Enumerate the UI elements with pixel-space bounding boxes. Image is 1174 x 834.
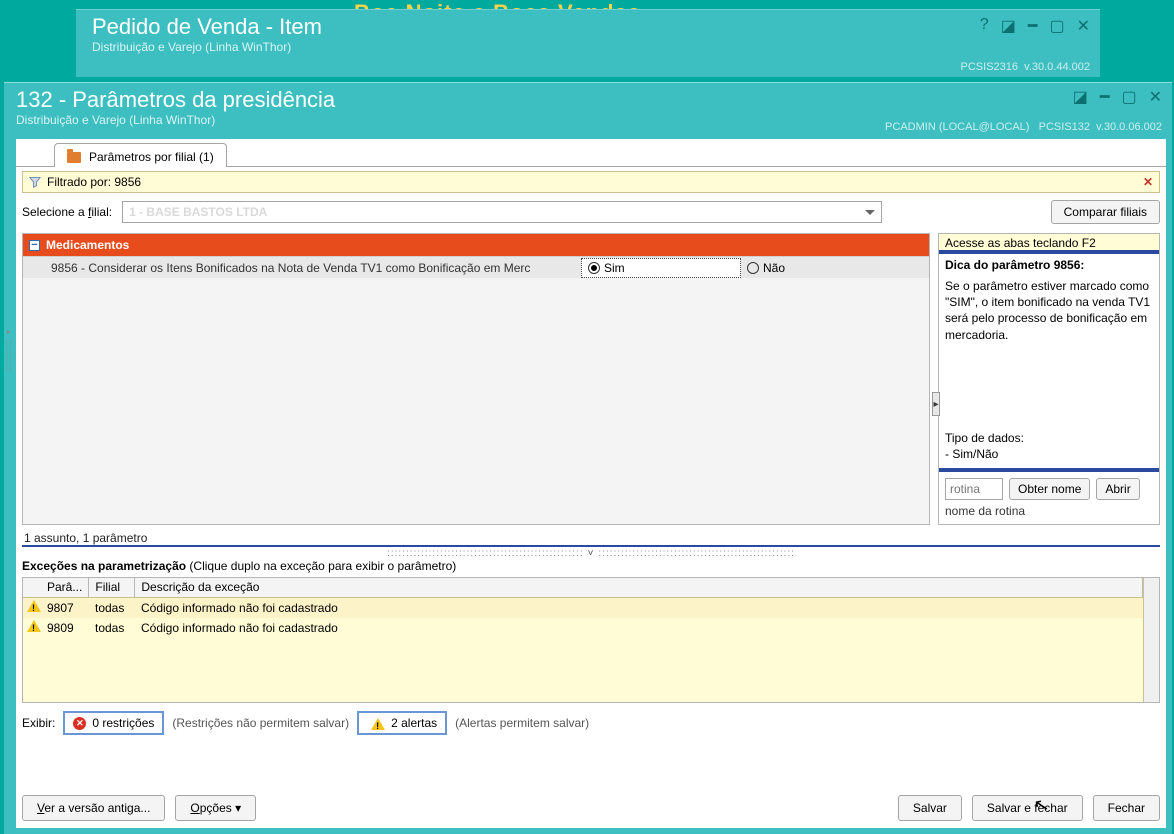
- parameter-grid: − Medicamentos 9856 - Considerar os Iten…: [22, 233, 930, 525]
- restricoes-note: (Restrições não permitem salvar): [172, 716, 349, 730]
- parameter-description: 9856 - Considerar os Itens Bonificados n…: [51, 261, 581, 275]
- obter-nome-button[interactable]: Obter nome: [1009, 478, 1090, 500]
- radio-icon: [588, 262, 600, 274]
- compare-filiais-button[interactable]: Comparar filiais: [1051, 200, 1160, 224]
- back-window-version: PCSIS2316 v.30.0.44.002: [961, 61, 1090, 73]
- exceptions-header-row: Parâ... Filial Descrição da exceção: [23, 578, 1143, 598]
- exception-row[interactable]: 9807 todas Código informado não foi cada…: [23, 598, 1143, 618]
- filial-label: Selecione a filial:: [22, 205, 112, 219]
- col-parametro[interactable]: Parâ...: [41, 578, 89, 597]
- window-settings-icon[interactable]: ◪: [1073, 87, 1088, 107]
- filial-select[interactable]: 1 - BASE BASTOS LTDA: [122, 201, 882, 223]
- section-title: Medicamentos: [46, 238, 129, 252]
- col-descricao[interactable]: Descrição da exceção: [135, 578, 1143, 597]
- close-icon[interactable]: ✕: [1077, 16, 1090, 36]
- error-icon: ✕: [73, 717, 86, 730]
- tab-parametros-por-filial[interactable]: Parâmetros por filial (1): [54, 143, 227, 167]
- col-filial[interactable]: Filial: [89, 578, 135, 597]
- option-sim[interactable]: Sim: [581, 258, 741, 278]
- maximize-icon[interactable]: ▢: [1121, 87, 1136, 107]
- window-settings-icon[interactable]: ◪: [1001, 16, 1016, 36]
- folder-icon: [67, 152, 81, 163]
- collapse-icon[interactable]: −: [29, 240, 40, 251]
- hint-tip: Acesse as abas teclando F2: [939, 234, 1159, 254]
- hint-title: Dica do parâmetro 9856:: [939, 254, 1159, 274]
- client-area: ▸ ::::::::::::::: Parâmetros por filial …: [16, 139, 1166, 828]
- abrir-button[interactable]: Abrir: [1096, 478, 1139, 500]
- option-nao[interactable]: Não: [741, 258, 881, 278]
- window-meta: PCADMIN (LOCAL@LOCAL) PCSIS132 v.30.0.06…: [885, 121, 1162, 133]
- warning-icon: [27, 618, 41, 632]
- exceptions-scrollbar[interactable]: [1143, 578, 1159, 702]
- alertas-note: (Alertas permitem salvar): [455, 716, 589, 730]
- help-icon[interactable]: ?: [980, 16, 989, 36]
- exibir-row: Exibir: ✕ 0 restrições (Restrições não p…: [22, 711, 1160, 735]
- exceptions-heading: Exceções na parametrização (Clique duplo…: [22, 559, 1160, 573]
- opcoes-button[interactable]: Opções ▾: [175, 795, 256, 821]
- salvar-button[interactable]: Salvar: [898, 795, 962, 821]
- warning-icon: [27, 598, 41, 612]
- grid-status: 1 assunto, 1 parâmetro: [22, 525, 1160, 545]
- exceptions-grid: Parâ... Filial Descrição da exceção 9807…: [22, 577, 1160, 703]
- window-title: 132 - Parâmetros da presidência: [4, 83, 1172, 113]
- vertical-splitter[interactable]: ▸ :::::::::::::::: [2, 279, 16, 419]
- front-window: 132 - Parâmetros da presidência Distribu…: [4, 82, 1172, 834]
- fechar-button[interactable]: Fechar: [1093, 795, 1160, 821]
- alertas-toggle[interactable]: 2 alertas: [357, 711, 447, 735]
- exibir-label: Exibir:: [22, 716, 55, 730]
- filter-strip: Filtrado por: 9856 ✕: [22, 171, 1160, 193]
- parameter-row[interactable]: 9856 - Considerar os Itens Bonificados n…: [23, 256, 929, 278]
- maximize-icon[interactable]: ▢: [1049, 16, 1064, 36]
- salvar-fechar-button[interactable]: Salvar e fechar: [972, 795, 1083, 821]
- back-window: Pedido de Venda - Item Distribuição e Va…: [76, 9, 1100, 77]
- grid-section-header[interactable]: − Medicamentos: [23, 234, 929, 256]
- exception-row[interactable]: 9809 todas Código informado não foi cada…: [23, 618, 1143, 638]
- funnel-icon: [29, 176, 41, 188]
- close-icon[interactable]: ✕: [1149, 87, 1162, 107]
- minimize-icon[interactable]: ━: [1028, 16, 1038, 36]
- rotina-input[interactable]: [945, 478, 1003, 500]
- restricoes-toggle[interactable]: ✕ 0 restrições: [63, 711, 164, 735]
- ver-versao-antiga-button[interactable]: Ver a versão antiga...: [22, 795, 165, 821]
- filial-selected-value: 1 - BASE BASTOS LTDA: [129, 205, 267, 219]
- back-window-subtitle: Distribuição e Varejo (Linha WinThor): [76, 40, 1100, 60]
- filter-text: Filtrado por: 9856: [47, 175, 141, 189]
- warning-icon: [371, 716, 385, 730]
- horizontal-splitter[interactable]: ::::::::::::::::::::::::::::::::::::::::…: [22, 545, 1160, 559]
- hint-panel: Acesse as abas teclando F2 Dica do parâm…: [938, 233, 1160, 525]
- hint-body: Se o parâmetro estiver marcado como "SIM…: [939, 274, 1159, 468]
- back-window-title: Pedido de Venda - Item: [76, 10, 1100, 40]
- minimize-icon[interactable]: ━: [1100, 87, 1110, 107]
- rotina-name-label: nome da rotina: [945, 500, 1153, 518]
- tab-label: Parâmetros por filial (1): [89, 150, 214, 164]
- radio-icon: [747, 262, 759, 274]
- filter-clear-icon[interactable]: ✕: [1143, 175, 1153, 189]
